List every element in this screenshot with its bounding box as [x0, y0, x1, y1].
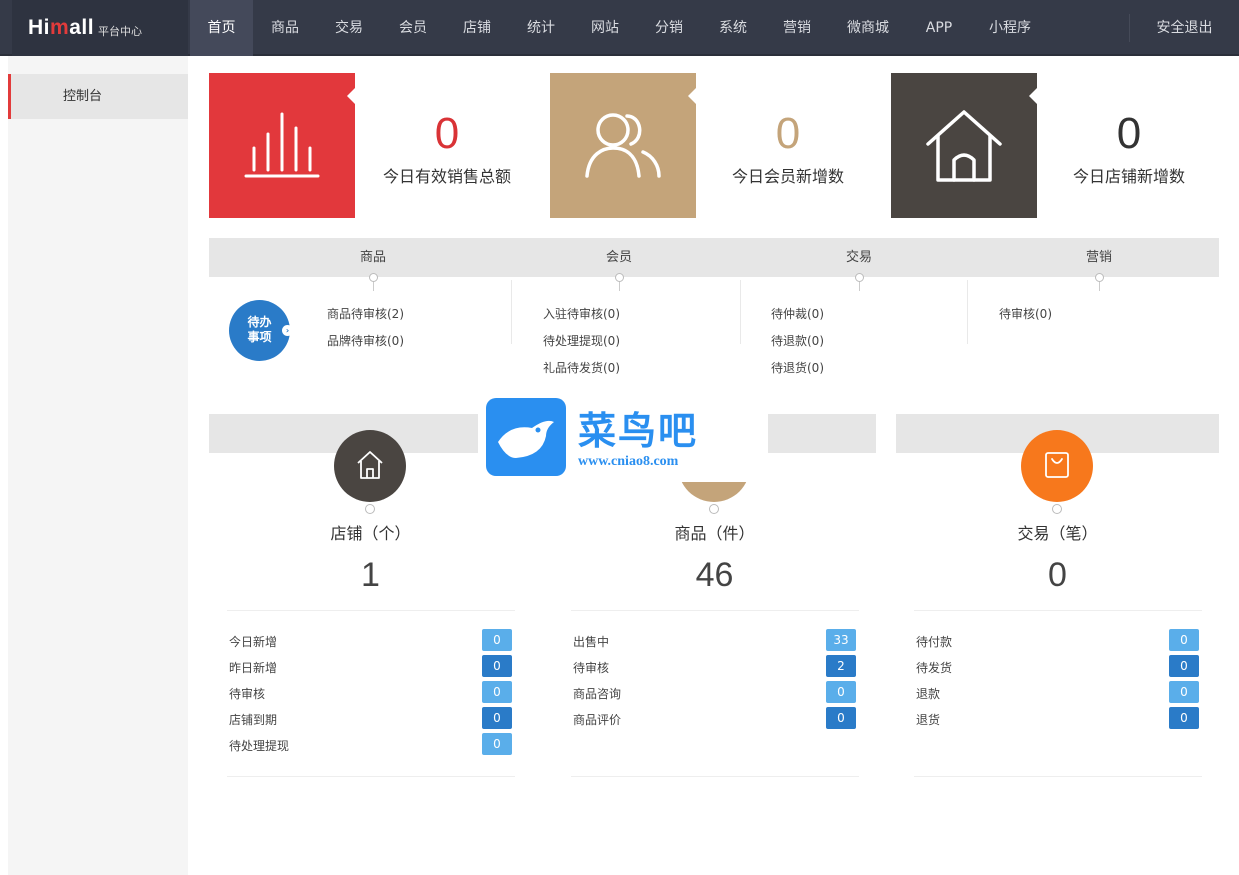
todo-item[interactable]: 待审核(0)	[999, 305, 1052, 332]
brand-subtitle: 平台中心	[98, 25, 143, 38]
nav-home[interactable]: 首页	[190, 0, 253, 56]
stat-label: 今日有效销售总额	[382, 167, 511, 186]
stat-card-members: 0 今日会员新增数	[550, 73, 880, 218]
count-badge: 0	[1169, 707, 1199, 729]
nav-website[interactable]: 网站	[573, 0, 637, 56]
count-badge: 0	[482, 655, 512, 677]
panel-title: 店铺（个）	[330, 524, 411, 543]
todo-head-marketing: 营销	[1085, 250, 1112, 265]
watermark: 菜鸟吧 www.cniao8.com	[478, 392, 768, 482]
todo-head-products: 商品	[359, 250, 386, 265]
count-badge: 0	[826, 707, 856, 729]
count-badge: 0	[826, 681, 856, 703]
todo-head-trade: 交易	[845, 250, 872, 265]
nav-mini-program[interactable]: 小程序	[971, 0, 1049, 56]
stat-label: 今日会员新增数	[731, 167, 844, 186]
panel-row[interactable]: 待发货 0	[916, 655, 1201, 681]
todo-list-members: 入驻待审核(0) 待处理提现(0) 礼品待发货(0)	[543, 305, 620, 386]
todo-header-bar: 商品 会员 交易 营销	[209, 238, 1219, 277]
count-badge: 0	[1169, 681, 1199, 703]
count-badge: 0	[1169, 629, 1199, 651]
nav-statistics[interactable]: 统计	[509, 0, 573, 56]
todo-badge: 待办 事项 ›	[229, 300, 293, 361]
panel-row[interactable]: 退货 0	[916, 707, 1201, 733]
nav-distribution[interactable]: 分销	[637, 0, 701, 56]
todo-list-products: 商品待审核(2) 品牌待审核(0)	[327, 305, 404, 359]
bird-logo-icon	[486, 398, 566, 476]
bar-chart-icon	[244, 112, 320, 178]
panel-row[interactable]: 退款 0	[916, 681, 1201, 707]
count-badge: 33	[826, 629, 856, 651]
logo[interactable]: Himall 平台中心	[12, 0, 188, 56]
todo-list-marketing: 待审核(0)	[999, 305, 1052, 332]
nav-shops[interactable]: 店铺	[445, 0, 509, 56]
nav-members[interactable]: 会员	[381, 0, 445, 56]
watermark-url: www.cniao8.com	[578, 454, 679, 469]
sidebar: 控制台	[8, 56, 188, 875]
todo-list-trade: 待仲裁(0) 待退款(0) 待退货(0)	[771, 305, 824, 386]
stat-value: 0	[434, 109, 460, 158]
stat-card-shops: 0 今日店铺新增数	[891, 73, 1221, 218]
nav-trade[interactable]: 交易	[317, 0, 381, 56]
panel-title: 商品（件）	[674, 524, 755, 543]
nav-app[interactable]: APP	[907, 0, 971, 56]
count-badge: 2	[826, 655, 856, 677]
panel-row[interactable]: 待付款 0	[916, 629, 1201, 655]
panel-row[interactable]: 商品评价 0	[573, 707, 858, 733]
panel-total: 1	[361, 556, 380, 594]
count-badge: 0	[482, 681, 512, 703]
stat-tile	[209, 73, 356, 218]
panel-row[interactable]: 今日新增 0	[229, 629, 514, 655]
panel-row[interactable]: 待审核 2	[573, 655, 858, 681]
panel-icon-circle	[1021, 430, 1093, 514]
users-icon	[585, 113, 661, 178]
nav-marketing[interactable]: 营销	[765, 0, 829, 56]
stat-value: 0	[1116, 109, 1142, 158]
watermark-title: 菜鸟吧	[578, 408, 699, 453]
todo-item[interactable]: 待仲裁(0)	[771, 305, 824, 332]
panel-row[interactable]: 昨日新增 0	[229, 655, 514, 681]
panel-row[interactable]: 商品咨询 0	[573, 681, 858, 707]
todo-head-members: 会员	[605, 250, 632, 265]
count-badge: 0	[1169, 655, 1199, 677]
panel-title: 交易（笔）	[1017, 524, 1098, 543]
todo-item[interactable]: 待处理提现(0)	[543, 332, 620, 359]
todo-item[interactable]: 品牌待审核(0)	[327, 332, 404, 359]
brand-name: Himall	[28, 16, 95, 39]
panel-row[interactable]: 出售中 33	[573, 629, 858, 655]
panel-row[interactable]: 待审核 0	[229, 681, 514, 707]
shopping-bag-icon	[1045, 452, 1069, 478]
nav-products[interactable]: 商品	[253, 0, 317, 56]
stat-label: 今日店铺新增数	[1072, 167, 1185, 186]
nav-system[interactable]: 系统	[701, 0, 765, 56]
stat-value: 0	[775, 109, 801, 158]
chevron-right-icon: ›	[282, 325, 293, 336]
main-nav: 首页 商品 交易 会员 店铺 统计 网站 分销 系统 营销 微商城 APP 小程…	[190, 0, 1049, 56]
count-badge: 0	[482, 733, 512, 755]
store-icon	[357, 451, 383, 479]
panel-total: 46	[695, 556, 734, 594]
panel-icon-circle	[334, 430, 406, 514]
house-icon	[926, 110, 1002, 182]
todo-item[interactable]: 待退款(0)	[771, 332, 824, 359]
count-badge: 0	[482, 629, 512, 651]
todo-item[interactable]: 商品待审核(2)	[327, 305, 404, 332]
sidebar-item-dashboard[interactable]: 控制台	[8, 74, 188, 119]
nav-micro-mall[interactable]: 微商城	[829, 0, 907, 56]
panel-row[interactable]: 待处理提现 0	[229, 733, 514, 759]
panel-total: 0	[1048, 556, 1067, 594]
todo-item[interactable]: 待退货(0)	[771, 359, 824, 386]
stat-tile	[891, 73, 1038, 218]
stat-card-sales: 0 今日有效销售总额	[209, 73, 539, 218]
todo-item[interactable]: 入驻待审核(0)	[543, 305, 620, 332]
top-navbar: Himall 平台中心 首页 商品 交易 会员 店铺 统计 网站 分销 系统 营…	[0, 0, 1239, 56]
todo-item[interactable]: 礼品待发货(0)	[543, 359, 620, 386]
count-badge: 0	[482, 707, 512, 729]
logout-button[interactable]: 安全退出	[1129, 14, 1239, 42]
stat-tile	[550, 73, 697, 218]
panel-row[interactable]: 店铺到期 0	[229, 707, 514, 733]
